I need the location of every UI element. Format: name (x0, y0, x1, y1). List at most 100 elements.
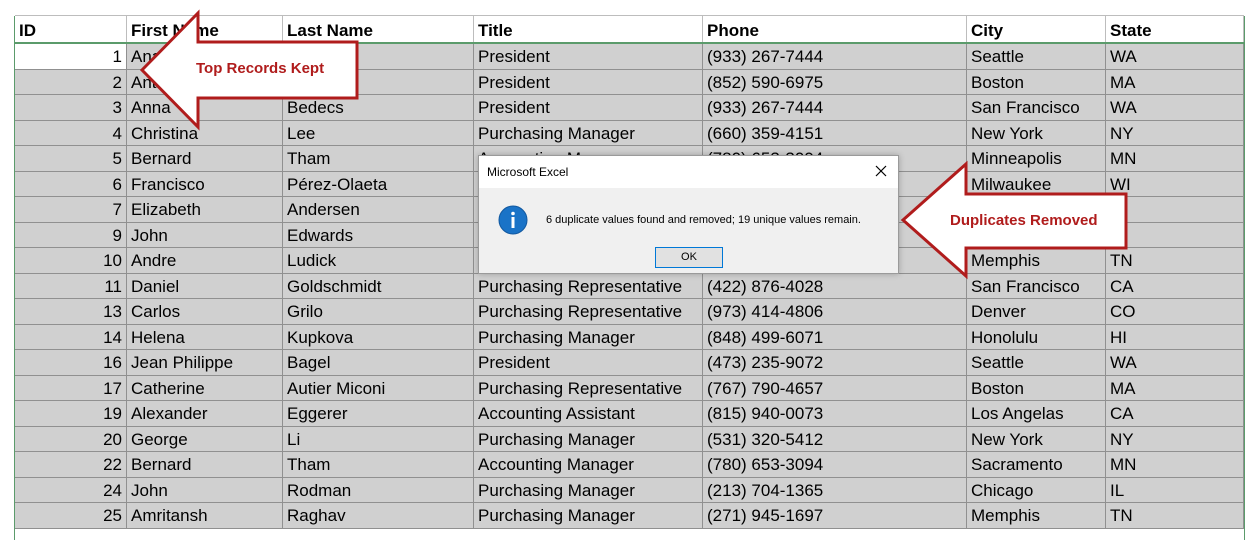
cell-last-name[interactable]: Bedecs (283, 95, 474, 121)
cell-first-name[interactable]: Bernard (127, 146, 283, 172)
cell-city[interactable]: Denver (967, 299, 1106, 325)
cell-id[interactable]: 17 (15, 375, 127, 401)
cell-last-name[interactable]: Grilo (283, 299, 474, 325)
cell-city[interactable]: Honolulu (967, 324, 1106, 350)
cell-title[interactable]: Accounting Manager (474, 452, 703, 478)
cell-phone[interactable]: (660) 359-4151 (703, 120, 967, 146)
table-row[interactable]: 24 John Rodman Purchasing Manager (213) 704-… (15, 477, 1244, 503)
cell-state[interactable]: CA (1106, 273, 1244, 299)
cell-phone[interactable]: (271) 945-1697 (703, 503, 967, 529)
cell-state[interactable]: V (1106, 222, 1244, 248)
cell-title[interactable]: President (474, 95, 703, 121)
cell-id[interactable]: 20 (15, 426, 127, 452)
header-phone[interactable]: Phone (703, 16, 967, 43)
cell-city[interactable]: Boston (967, 375, 1106, 401)
table-row[interactable]: 3 Anna Bedecs President (933) 267-7444 San Fr… (15, 95, 1244, 121)
cell-last-name[interactable]: Kupkova (283, 324, 474, 350)
cell-state[interactable]: WA (1106, 44, 1244, 70)
header-id[interactable]: ID (15, 16, 127, 43)
cell-state[interactable]: WI (1106, 171, 1244, 197)
cell-state[interactable]: R (1106, 197, 1244, 223)
cell-id[interactable]: 4 (15, 120, 127, 146)
cell-phone[interactable]: (780) 653-3094 (703, 452, 967, 478)
header-state[interactable]: State (1106, 16, 1244, 43)
dialog-titlebar[interactable]: Microsoft Excel (479, 156, 898, 188)
header-first-name[interactable]: First Name (127, 16, 283, 43)
cell-state[interactable]: NY (1106, 120, 1244, 146)
cell-title[interactable]: Purchasing Manager (474, 477, 703, 503)
cell-phone[interactable]: (933) 267-7444 (703, 44, 967, 70)
cell-city[interactable]: San Francisco (967, 95, 1106, 121)
cell-phone[interactable]: (848) 499-6071 (703, 324, 967, 350)
cell-phone[interactable]: (767) 790-4657 (703, 375, 967, 401)
cell-title[interactable]: Purchasing Representative (474, 375, 703, 401)
cell-state[interactable]: TN (1106, 503, 1244, 529)
cell-city[interactable]: Seattle (967, 350, 1106, 376)
table-row[interactable]: 22 Bernard Tham Accounting Manager (780) 653… (15, 452, 1244, 478)
cell-city[interactable]: New York (967, 120, 1106, 146)
cell-title[interactable]: Purchasing Manager (474, 426, 703, 452)
cell-id[interactable]: 3 (15, 95, 127, 121)
cell-first-name[interactable]: Daniel (127, 273, 283, 299)
cell-state[interactable]: HI (1106, 324, 1244, 350)
table-row[interactable]: 25 Amritansh Raghav Purchasing Manager (271)… (15, 503, 1244, 529)
cell-last-name[interactable]: Andersen (283, 197, 474, 223)
cell-phone[interactable]: (973) 414-4806 (703, 299, 967, 325)
cell-state[interactable]: WA (1106, 95, 1244, 121)
table-row[interactable]: 19 Alexander Eggerer Accounting Assistant (8… (15, 401, 1244, 427)
cell-phone[interactable]: (852) 590-6975 (703, 69, 967, 95)
cell-last-name[interactable]: Raghav (283, 503, 474, 529)
cell-id[interactable]: 11 (15, 273, 127, 299)
cell-city[interactable]: Memphis (967, 503, 1106, 529)
cell-phone[interactable]: (422) 876-4028 (703, 273, 967, 299)
cell-id[interactable]: 6 (15, 171, 127, 197)
cell-last-name[interactable]: Tham (283, 146, 474, 172)
cell-title[interactable]: Purchasing Manager (474, 503, 703, 529)
cell-first-name[interactable]: George (127, 426, 283, 452)
cell-phone[interactable]: (933) 267-7444 (703, 95, 967, 121)
cell-first-name[interactable]: Christina (127, 120, 283, 146)
cell-state[interactable]: CO (1106, 299, 1244, 325)
cell-id[interactable]: 7 (15, 197, 127, 223)
cell-id[interactable]: 14 (15, 324, 127, 350)
cell-state[interactable]: WA (1106, 350, 1244, 376)
cell-id[interactable]: 2 (15, 69, 127, 95)
cell-title[interactable]: President (474, 350, 703, 376)
cell-first-name[interactable]: Alexander (127, 401, 283, 427)
cell-id[interactable]: 9 (15, 222, 127, 248)
cell-first-name[interactable]: Helena (127, 324, 283, 350)
cell-title[interactable]: Purchasing Manager (474, 120, 703, 146)
cell-title[interactable]: President (474, 69, 703, 95)
table-row[interactable]: 14 Helena Kupkova Purchasing Manager (848) 4… (15, 324, 1244, 350)
cell-id[interactable]: 5 (15, 146, 127, 172)
cell-state[interactable]: NY (1106, 426, 1244, 452)
cell-id[interactable]: 1 (15, 44, 127, 70)
cell-state[interactable]: MA (1106, 69, 1244, 95)
cell-state[interactable]: TN (1106, 248, 1244, 274)
cell-state[interactable]: MN (1106, 146, 1244, 172)
cell-state[interactable]: MA (1106, 375, 1244, 401)
close-icon[interactable] (872, 162, 890, 180)
cell-last-name[interactable]: Li (283, 426, 474, 452)
cell-first-name[interactable]: Bernard (127, 452, 283, 478)
cell-first-name[interactable]: Anna (127, 95, 283, 121)
table-row[interactable]: 4 Christina Lee Purchasing Manager (660) 359… (15, 120, 1244, 146)
cell-city[interactable]: Chicago (967, 477, 1106, 503)
cell-city[interactable]: New York (967, 426, 1106, 452)
ok-button[interactable]: OK (655, 247, 723, 268)
cell-first-name[interactable]: Catherine (127, 375, 283, 401)
cell-first-name[interactable]: John (127, 222, 283, 248)
cell-phone[interactable]: (531) 320-5412 (703, 426, 967, 452)
cell-last-name[interactable]: Autier Miconi (283, 375, 474, 401)
cell-last-name[interactable]: Ludick (283, 248, 474, 274)
cell-id[interactable]: 19 (15, 401, 127, 427)
cell-first-name[interactable]: Francisco (127, 171, 283, 197)
cell-id[interactable]: 10 (15, 248, 127, 274)
cell-city[interactable]: Minneapolis (967, 146, 1106, 172)
cell-phone[interactable]: (473) 235-9072 (703, 350, 967, 376)
cell-city[interactable]: Boston (967, 69, 1106, 95)
cell-last-name[interactable]: Pérez-Olaeta (283, 171, 474, 197)
cell-last-name[interactable]: Bagel (283, 350, 474, 376)
cell-first-name[interactable]: Amritansh (127, 503, 283, 529)
cell-state[interactable]: CA (1106, 401, 1244, 427)
